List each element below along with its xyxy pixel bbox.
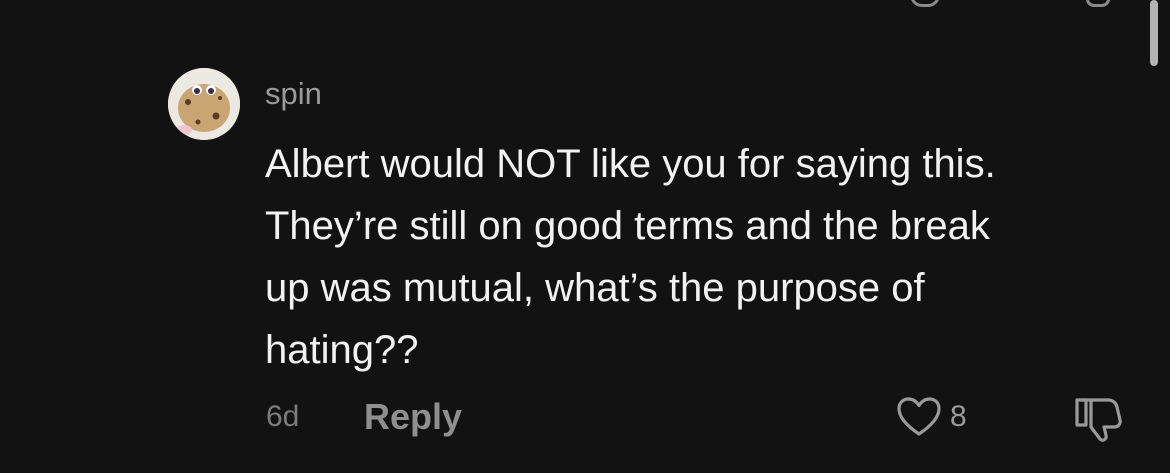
heart-outline-icon <box>897 397 941 436</box>
like-count: 8 <box>950 400 967 433</box>
comment-text: Albert would NOT like you for saying thi… <box>265 142 996 372</box>
reply-button[interactable]: Reply <box>364 395 462 439</box>
previous-like-icon-remnant <box>910 0 940 7</box>
like-button[interactable]: 8 <box>896 396 967 438</box>
comment-timestamp: 6d <box>266 400 300 433</box>
previous-comment-actions-remnant <box>0 0 1170 10</box>
thumbs-down-icon <box>1075 398 1122 442</box>
comment-username[interactable]: spin <box>265 75 322 113</box>
avatar[interactable] <box>168 68 240 140</box>
avatar-image <box>168 68 240 140</box>
dislike-button[interactable] <box>1072 394 1124 444</box>
previous-dislike-icon-remnant <box>1086 0 1110 7</box>
scrollbar-thumb[interactable] <box>1150 0 1158 66</box>
